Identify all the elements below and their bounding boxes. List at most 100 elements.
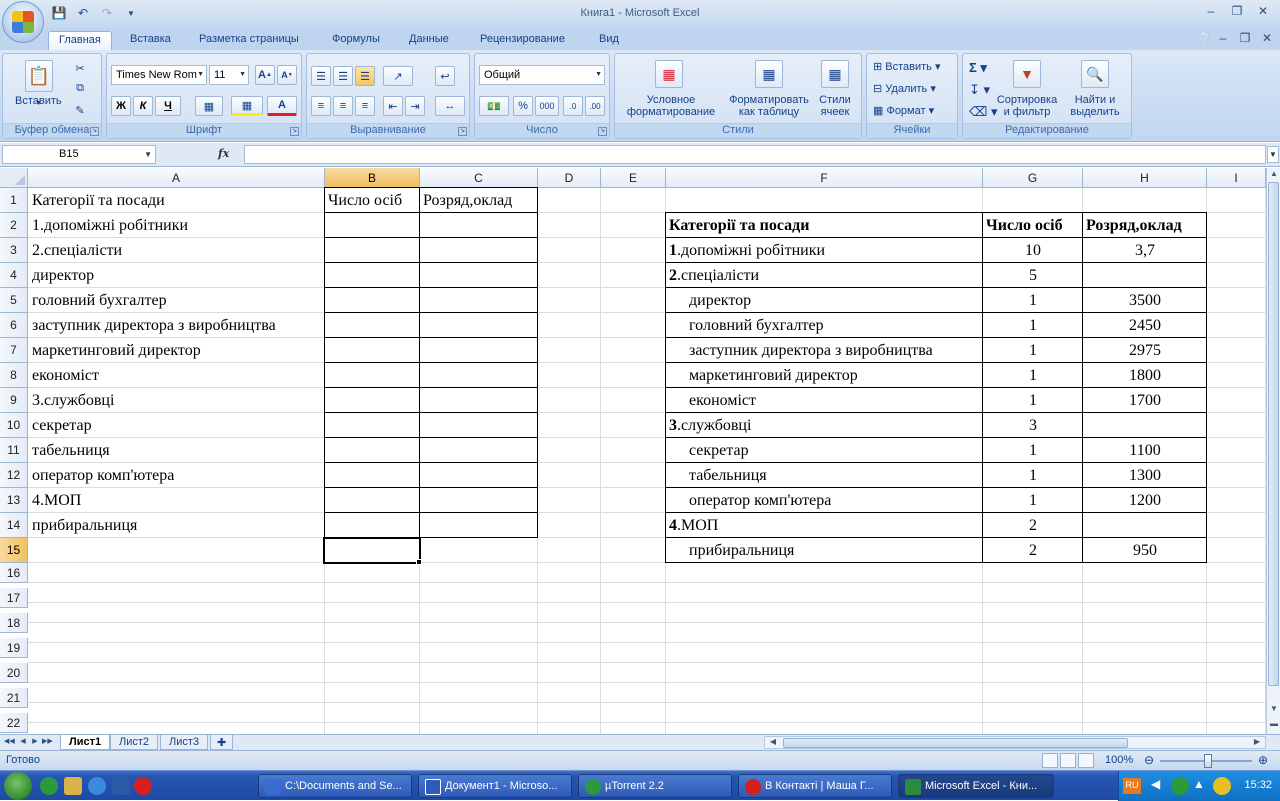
taskbar-item-excel[interactable]: Microsoft Excel - Кни... xyxy=(898,774,1054,798)
font-size-select[interactable]: 11 ▼ xyxy=(209,65,249,85)
align-right-icon[interactable]: ≡ xyxy=(355,96,375,116)
worksheet-grid[interactable]: A B C D E F G H I 1 2 3 4 5 6 7 8 9 10 11 12 13 14 15 16 17 18 19 20… xyxy=(0,168,1266,734)
left-table-cell[interactable]: 3.службовці xyxy=(32,388,114,413)
align-bottom-icon[interactable]: ☰ xyxy=(355,66,375,86)
prev-sheet-icon[interactable]: ◀ xyxy=(18,737,28,748)
font-launcher-icon[interactable]: ↘ xyxy=(290,127,299,136)
active-cell[interactable] xyxy=(323,537,421,564)
tab-page-layout[interactable]: Разметка страницы xyxy=(189,31,309,50)
column-header-i[interactable]: I xyxy=(1207,168,1266,188)
tab-data[interactable]: Данные xyxy=(399,31,459,50)
row-header-18[interactable]: 18 xyxy=(0,613,28,633)
left-table-cell[interactable]: 2.спеціалісти xyxy=(32,238,122,263)
left-header-rate[interactable]: Розряд,оклад xyxy=(423,188,512,213)
left-table-cell[interactable]: головний бухгалтер xyxy=(32,288,167,313)
row-header-7[interactable]: 7 xyxy=(0,338,28,363)
row-header-19[interactable]: 19 xyxy=(0,638,28,658)
row-header-20[interactable]: 20 xyxy=(0,663,28,683)
wb-close-icon[interactable]: ✕ xyxy=(1256,29,1278,47)
right-table-count-cell[interactable]: 1 xyxy=(983,338,1083,363)
left-header-count[interactable]: Число осіб xyxy=(328,188,402,213)
tab-review[interactable]: Рецензирование xyxy=(470,31,575,50)
language-indicator[interactable]: RU xyxy=(1123,778,1141,794)
vertical-scroll-thumb[interactable] xyxy=(1268,182,1279,686)
paste-dropdown-icon[interactable]: ▼ xyxy=(35,100,42,107)
currency-icon[interactable]: 💵 xyxy=(479,96,509,116)
number-format-select[interactable]: Общий ▼ xyxy=(479,65,605,85)
left-header-category[interactable]: Категорії та посади xyxy=(32,188,165,213)
binoculars-icon[interactable]: 🔍 xyxy=(1081,60,1109,88)
column-header-a[interactable]: A xyxy=(28,168,325,188)
font-name-select[interactable]: Times New Rom ▼ xyxy=(111,65,207,85)
right-table-count-cell[interactable]: 1 xyxy=(983,388,1083,413)
right-table-position-cell[interactable]: головний бухгалтер xyxy=(689,313,824,338)
conditional-format-icon[interactable]: ▦ xyxy=(655,60,683,88)
right-table-position-cell[interactable]: секретар xyxy=(689,438,749,463)
column-header-b[interactable]: B xyxy=(325,168,420,188)
restore-icon[interactable]: ❐ xyxy=(1226,2,1248,20)
explorer-quicklaunch-icon[interactable] xyxy=(64,777,82,795)
sort-filter-button[interactable]: Сортировка и фильтр xyxy=(995,94,1059,118)
right-table-position-cell[interactable]: маркетинговий директор xyxy=(689,363,858,388)
row-header-3[interactable]: 3 xyxy=(0,238,28,263)
insert-cells-button[interactable]: ⊞ Вставить ▾ xyxy=(873,60,941,73)
right-table-rate-cell[interactable]: 3,7 xyxy=(1083,238,1207,263)
align-left-icon[interactable]: ≡ xyxy=(311,96,331,116)
column-header-g[interactable]: G xyxy=(983,168,1083,188)
fill-color-icon[interactable]: ▦ xyxy=(231,96,263,116)
scroll-up-icon[interactable]: ▲ xyxy=(1268,169,1280,181)
insert-sheet-icon[interactable]: ✚ xyxy=(210,735,234,750)
right-table-count-cell[interactable]: 3 xyxy=(983,413,1083,438)
tab-home[interactable]: Главная xyxy=(48,31,112,50)
scroll-left-icon[interactable]: ◀ xyxy=(767,737,779,749)
tab-view[interactable]: Вид xyxy=(589,31,629,50)
name-box[interactable]: B15 ▼ xyxy=(2,145,156,164)
row-header-1[interactable]: 1 xyxy=(0,188,28,213)
page-break-view-icon[interactable] xyxy=(1078,753,1094,768)
left-table-cell[interactable]: заступник директора з виробництва xyxy=(32,313,276,338)
left-table-cell[interactable]: прибиральниця xyxy=(32,513,137,538)
expand-formula-bar-icon[interactable]: ▼ xyxy=(1267,146,1279,163)
last-sheet-icon[interactable]: ▶▶ xyxy=(42,737,53,748)
cell-styles-icon[interactable]: ▦ xyxy=(821,60,849,88)
bold-button[interactable]: Ж xyxy=(111,96,131,116)
column-header-c[interactable]: C xyxy=(420,168,538,188)
office-button[interactable] xyxy=(2,1,44,43)
merge-center-icon[interactable]: ↔ xyxy=(435,96,465,116)
taskbar-item-utorrent[interactable]: µTorrent 2.2 xyxy=(578,774,732,798)
row-header-10[interactable]: 10 xyxy=(0,413,28,438)
italic-button[interactable]: К xyxy=(133,96,153,116)
taskbar-item-browser[interactable]: В Контакті | Маша Г... xyxy=(738,774,892,798)
row-header-12[interactable]: 12 xyxy=(0,463,28,488)
right-table-count-cell[interactable]: 1 xyxy=(983,363,1083,388)
right-table-rate-cell[interactable]: 1700 xyxy=(1083,388,1207,413)
close-icon[interactable]: ✕ xyxy=(1252,2,1274,20)
right-table-count-cell[interactable]: 1 xyxy=(983,288,1083,313)
right-table-rate-cell[interactable]: 2450 xyxy=(1083,313,1207,338)
right-table-count-cell[interactable]: 1 xyxy=(983,438,1083,463)
start-button[interactable] xyxy=(4,772,32,800)
right-table-rate-cell[interactable]: 1100 xyxy=(1083,438,1207,463)
find-select-button[interactable]: Найти и выделить xyxy=(1063,94,1127,118)
row-header-6[interactable]: 6 xyxy=(0,313,28,338)
left-table-cell[interactable]: табельниця xyxy=(32,438,110,463)
normal-view-icon[interactable] xyxy=(1042,753,1058,768)
format-painter-icon[interactable]: ✎ xyxy=(71,102,89,119)
grow-font-icon[interactable]: A ▲ xyxy=(255,65,275,85)
right-header-category[interactable]: Категорії та посади xyxy=(669,213,809,238)
sheet-tab-3[interactable]: Лист3 xyxy=(160,735,209,750)
row-header-14[interactable]: 14 xyxy=(0,513,28,538)
column-header-h[interactable]: H xyxy=(1083,168,1207,188)
right-table-position-cell[interactable]: економіст xyxy=(689,388,756,413)
font-color-icon[interactable]: A xyxy=(267,96,297,116)
vertical-scrollbar[interactable]: ▲ ▼ ▬ xyxy=(1266,168,1280,734)
opera-quicklaunch-icon[interactable] xyxy=(134,777,152,795)
zoom-in-icon[interactable]: ⊕ xyxy=(1258,753,1268,767)
minimize-icon[interactable]: – xyxy=(1200,2,1222,20)
row-header-2[interactable]: 2 xyxy=(0,213,28,238)
align-top-icon[interactable]: ☰ xyxy=(311,66,331,86)
row-header-16[interactable]: 16 xyxy=(0,563,28,583)
thousands-button[interactable]: 000 xyxy=(535,96,559,116)
column-header-d[interactable]: D xyxy=(538,168,601,188)
right-table-count-cell[interactable]: 1 xyxy=(983,313,1083,338)
